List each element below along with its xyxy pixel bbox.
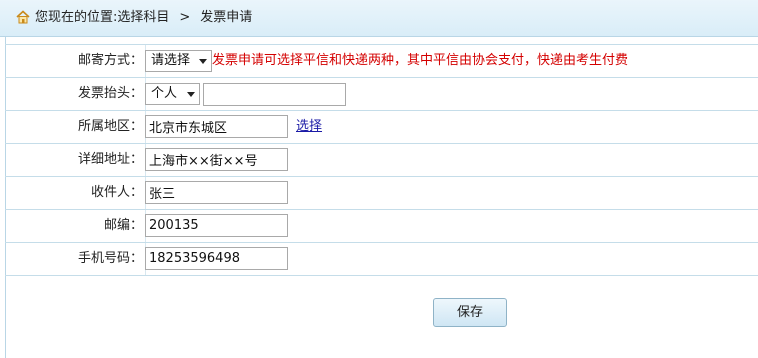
mail-method-label: 邮寄方式： bbox=[77, 53, 143, 68]
chevron-down-icon bbox=[199, 59, 207, 64]
invoice-title-label: 发票抬头： bbox=[77, 86, 143, 101]
phone-input[interactable] bbox=[145, 247, 288, 270]
form-row-invoice-title: 发票抬头： 个人 bbox=[5, 78, 758, 111]
address-label: 详细地址： bbox=[77, 152, 143, 167]
mail-method-selected: 请选择 bbox=[151, 53, 191, 68]
form-row-address: 详细地址： bbox=[5, 144, 758, 177]
breadcrumb-prefix: 您现在的位置:选择科目 bbox=[35, 10, 170, 25]
region-label: 所属地区： bbox=[77, 119, 143, 134]
breadcrumb-separator: > bbox=[179, 10, 191, 25]
postcode-label: 邮编： bbox=[103, 218, 143, 233]
invoice-title-input[interactable] bbox=[203, 83, 346, 106]
home-icon bbox=[16, 10, 30, 24]
region-select-link[interactable]: 选择 bbox=[296, 119, 322, 135]
mail-method-hint: 发票申请可选择平信和快递两种，其中平信由协会支付，快递由考生付费 bbox=[212, 53, 629, 68]
form-row-mail-method: 邮寄方式： 请选择 发票申请可选择平信和快递两种，其中平信由协会支付，快递由考生… bbox=[5, 45, 758, 78]
breadcrumb-current: 发票申请 bbox=[200, 10, 253, 25]
recipient-label: 收件人： bbox=[90, 185, 143, 200]
breadcrumb: 您现在的位置:选择科目 > 发票申请 bbox=[0, 0, 758, 37]
region-input[interactable] bbox=[145, 115, 288, 138]
address-input[interactable] bbox=[145, 148, 288, 171]
invoice-title-selected: 个人 bbox=[151, 86, 178, 101]
postcode-input[interactable] bbox=[145, 214, 288, 237]
form-row-recipient: 收件人： bbox=[5, 177, 758, 210]
form-row-phone: 手机号码： bbox=[5, 243, 758, 276]
chevron-down-icon bbox=[187, 92, 195, 97]
save-button[interactable]: 保存 bbox=[433, 298, 507, 327]
recipient-input[interactable] bbox=[145, 181, 288, 204]
mail-method-select[interactable]: 请选择 bbox=[145, 50, 212, 72]
invoice-title-select[interactable]: 个人 bbox=[145, 83, 200, 105]
phone-label: 手机号码： bbox=[77, 251, 143, 266]
form-row-postcode: 邮编： bbox=[5, 210, 758, 243]
form-row-region: 所属地区： 选择 bbox=[5, 111, 758, 144]
